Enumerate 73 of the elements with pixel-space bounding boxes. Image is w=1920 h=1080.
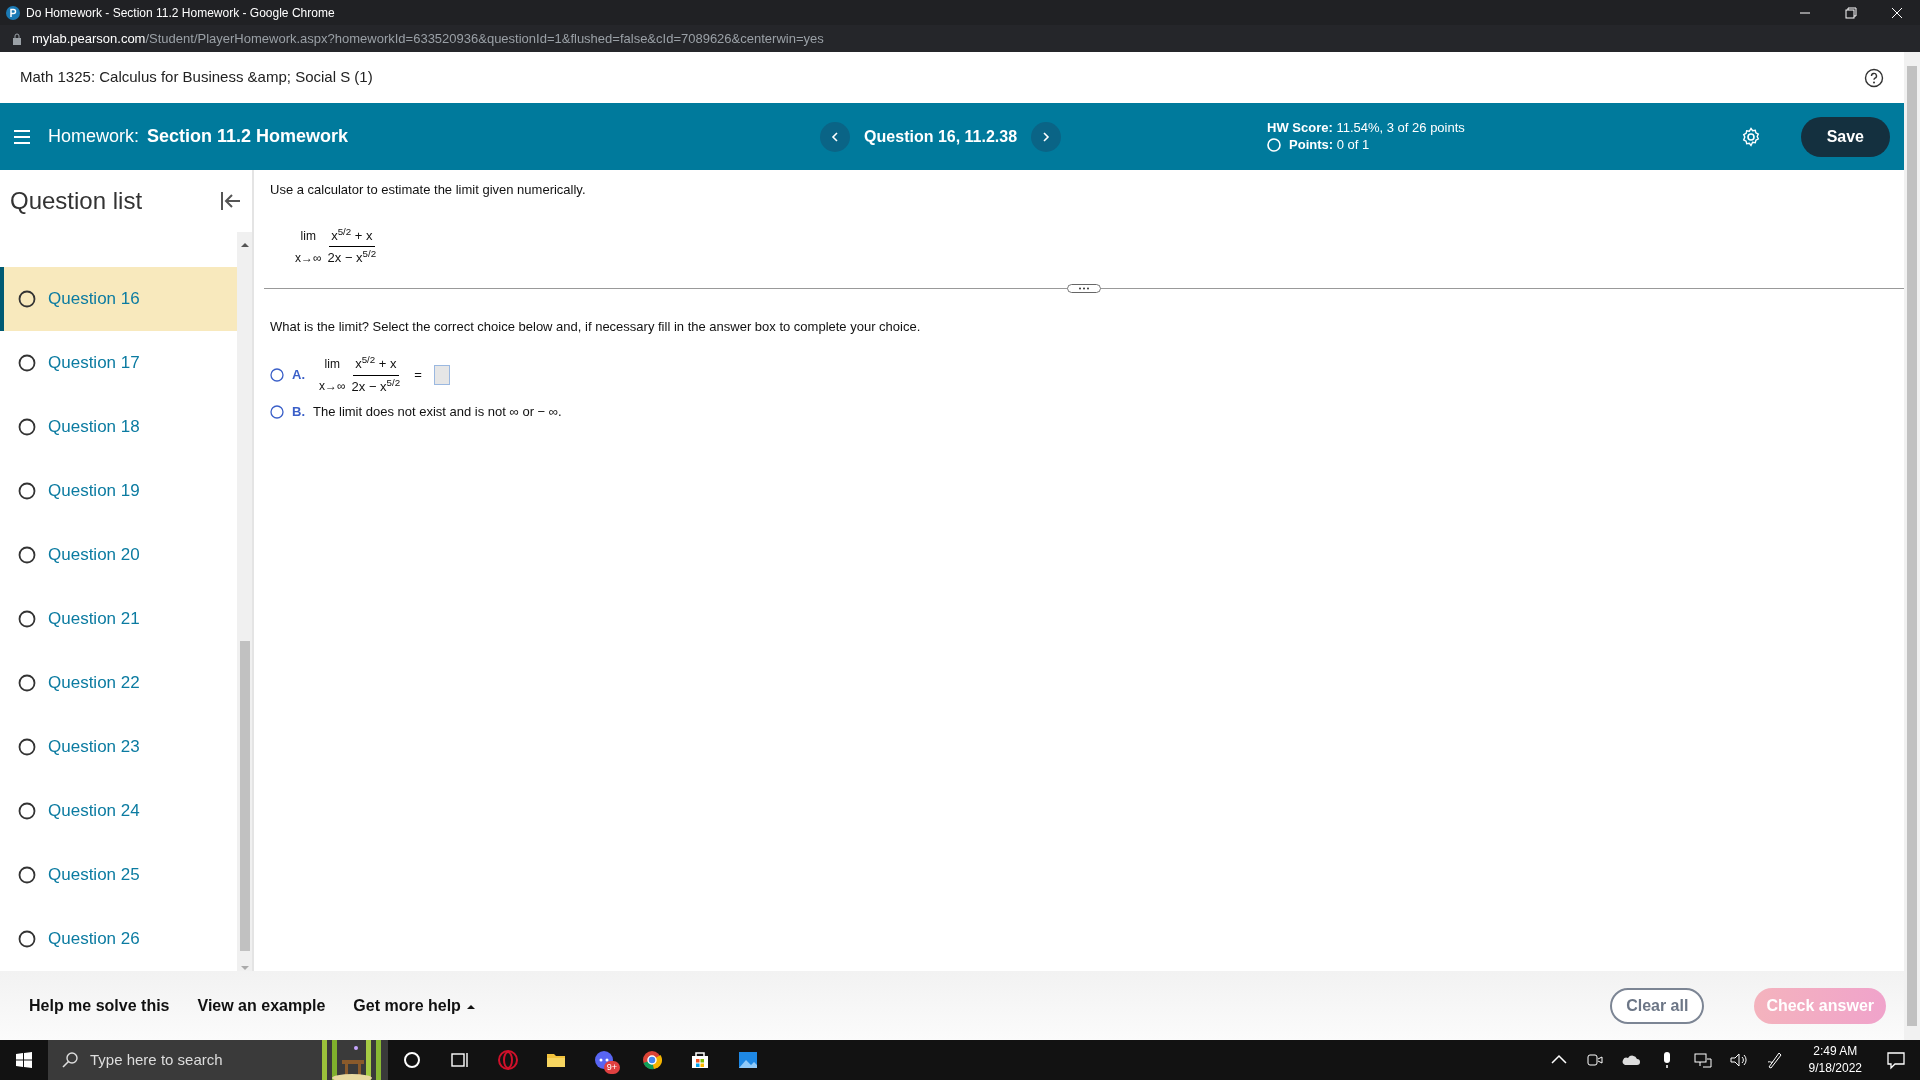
question-item[interactable]: Question 26 <box>0 907 237 971</box>
question-item[interactable]: Question 21 <box>0 587 237 651</box>
help-link[interactable]: Help me solve this <box>20 989 179 1022</box>
network-icon[interactable] <box>1692 1050 1713 1070</box>
choice-text: The limit does not exist and is not ∞ or − ∞. <box>313 403 562 421</box>
lock-icon <box>12 32 22 45</box>
question-item[interactable]: Question 18 <box>0 395 237 459</box>
logo-icon <box>6 5 20 20</box>
next-button[interactable] <box>1031 121 1062 152</box>
choice-letter: A. <box>292 366 305 385</box>
circle-icon <box>18 546 36 564</box>
score-text: HW Score: 11.54%, 3 of 26 points <box>1267 120 1465 137</box>
question-item[interactable]: Question 24 <box>0 779 237 843</box>
question-item[interactable]: Question 25 <box>0 843 237 907</box>
caret-icon <box>466 1003 475 1009</box>
circle-icon <box>18 738 36 756</box>
circle-icon <box>18 674 36 692</box>
circle-icon <box>1267 137 1282 152</box>
question-item[interactable]: Question 22 <box>0 651 237 715</box>
course-title: Math 1325: Calculus for Business &amp; Social S (1) <box>20 67 373 88</box>
question-item[interactable]: Question 17 <box>0 331 237 395</box>
clock-text[interactable]: 2:49 AM 9/18/2022 <box>1808 1043 1862 1077</box>
chevron-right-icon <box>1042 131 1051 142</box>
help-link[interactable]: Get more help <box>344 989 484 1022</box>
settings-icon[interactable] <box>1740 126 1761 147</box>
help-link[interactable]: View an example <box>188 989 335 1022</box>
arrow-up-icon <box>240 242 249 248</box>
circle-icon <box>18 866 36 884</box>
previous-button[interactable] <box>820 121 851 152</box>
collapse-icon[interactable] <box>220 191 242 211</box>
circle-icon <box>18 482 36 500</box>
clear-all-button[interactable]: Clear all <box>1610 987 1705 1024</box>
windows-icon[interactable] <box>16 1052 32 1068</box>
circle-icon <box>18 418 36 436</box>
search-icon <box>62 1052 78 1068</box>
homework-title: Section 11.2 Homework <box>147 125 349 148</box>
chrome-icon[interactable] <box>642 1050 662 1070</box>
help-icon[interactable] <box>1864 67 1884 88</box>
question-item[interactable]: Question 23 <box>0 715 237 779</box>
photos-icon[interactable] <box>738 1050 758 1070</box>
equals-sign: = <box>414 366 422 385</box>
scrollbar[interactable] <box>1904 52 1920 1040</box>
notification-icon[interactable] <box>1886 1050 1906 1070</box>
points-text: Points: 0 of 1 <box>1289 136 1370 153</box>
window-title: Do Homework - Section 11.2 Homework - Google Chrome <box>26 4 335 22</box>
sidebar-title: Question list <box>10 186 143 216</box>
save-button[interactable]: Save <box>1800 116 1890 157</box>
prompt-text: What is the limit? Select the correct choice below and, if necessary fill in the answer box to complete your choice. <box>270 317 922 336</box>
choice-letter: B. <box>292 403 305 421</box>
limit-expression: lim x→∞ x$^{5/2}$ + x 2x − x$^{5/2}$ <box>295 225 378 267</box>
question-number: Question 16, 11.2.38 <box>864 126 1018 147</box>
browser-icon[interactable] <box>498 1050 518 1070</box>
circle-icon <box>18 802 36 820</box>
question-item[interactable]: Question 19 <box>0 459 237 523</box>
menu-icon[interactable] <box>14 129 30 144</box>
circle-icon <box>18 610 36 628</box>
question-item[interactable]: Question 20 <box>0 523 237 587</box>
task-view-icon[interactable] <box>450 1050 470 1070</box>
circle-icon <box>18 930 36 948</box>
question-item[interactable]: Question 16 <box>0 267 237 331</box>
cortana-icon[interactable] <box>402 1050 422 1070</box>
homework-label: Homework: <box>48 125 140 148</box>
chevron-left-icon <box>831 131 840 142</box>
radio-button[interactable] <box>270 404 284 419</box>
circle-icon <box>18 354 36 372</box>
grip-icon[interactable] <box>1067 283 1101 293</box>
limit-expression: lim x→∞ x$^{5/2}$ + x 2x − x$^{5/2}$ <box>319 354 402 396</box>
circle-icon <box>18 290 36 308</box>
store-icon[interactable] <box>690 1050 710 1070</box>
instruction-text: Use a calculator to estimate the limit given numerically. <box>270 181 587 199</box>
radio-button[interactable] <box>270 368 284 382</box>
arrow-down-icon <box>240 965 249 971</box>
scrollbar[interactable] <box>237 232 252 971</box>
